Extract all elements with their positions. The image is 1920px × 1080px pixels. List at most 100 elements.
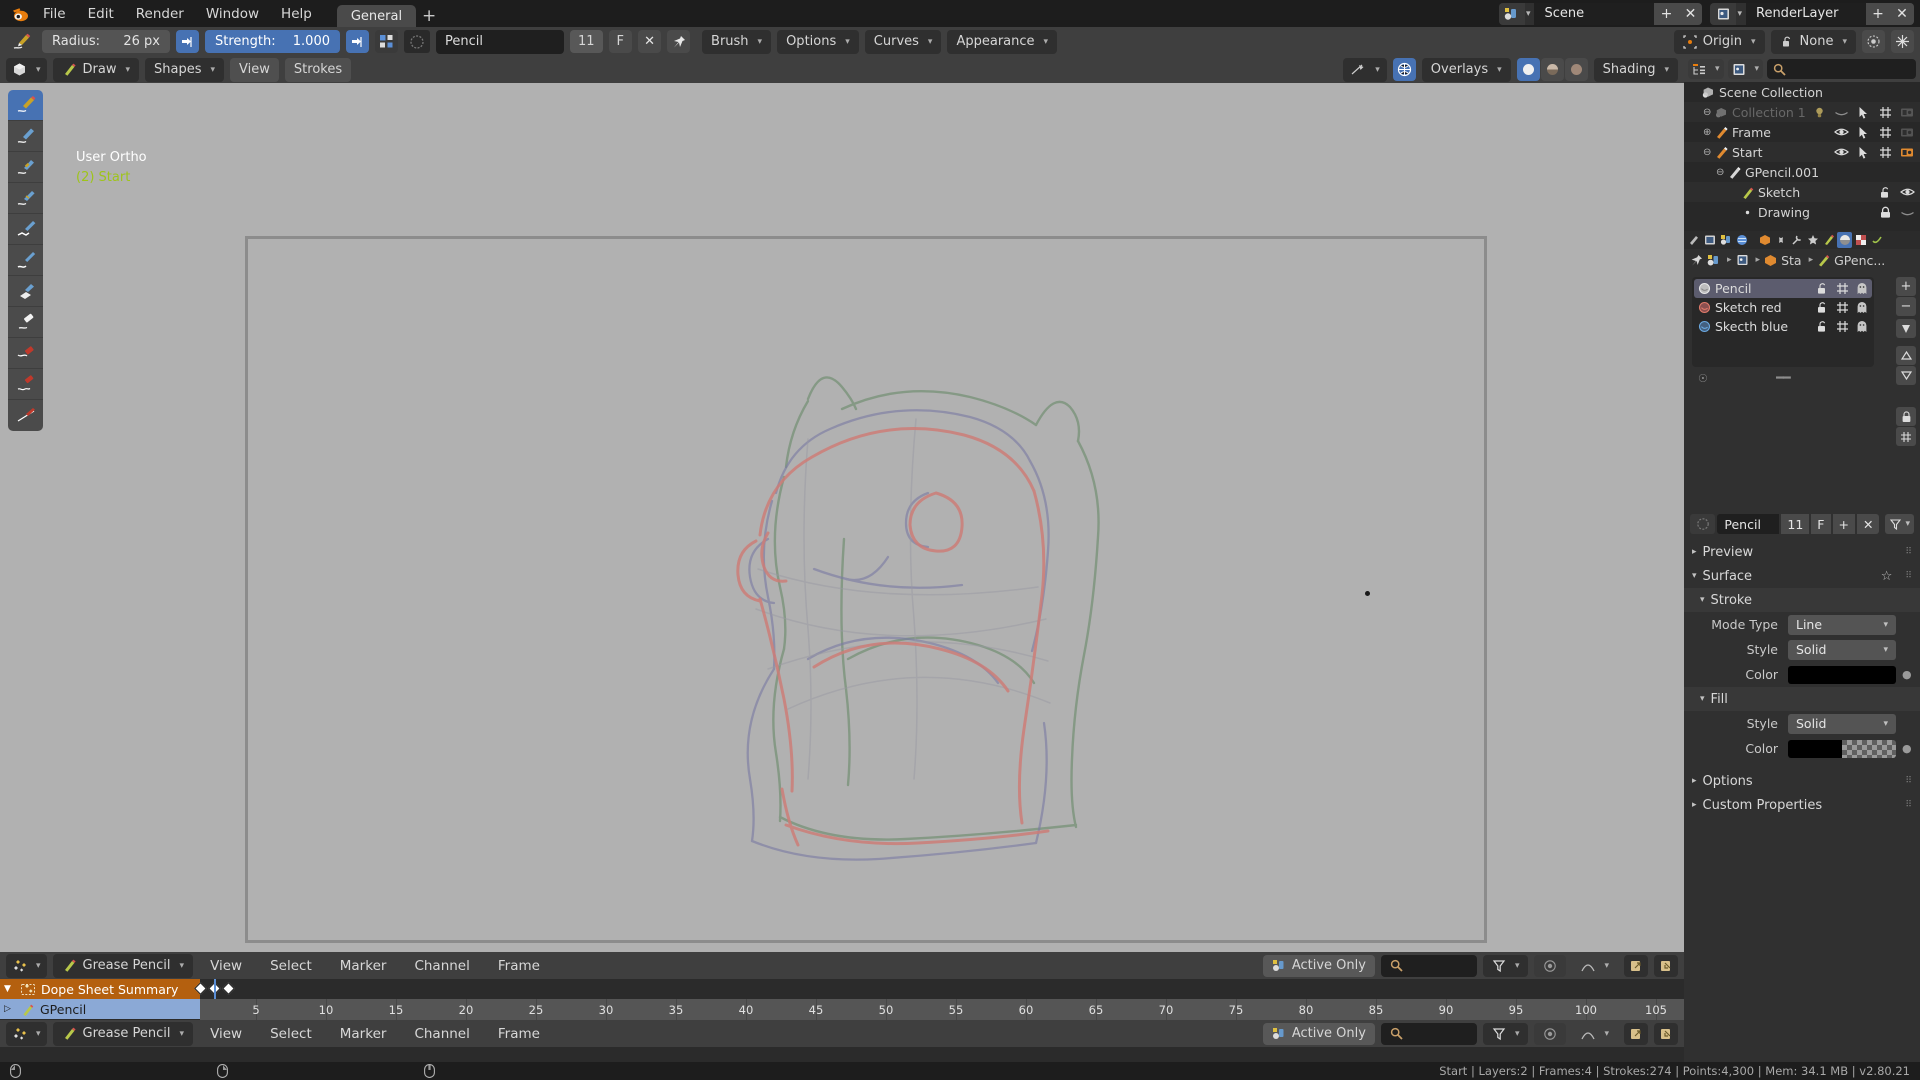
panel-surface[interactable]: ▾ Surface ☆ ⠿ [1684, 564, 1920, 588]
channel-expander[interactable]: ▷ [4, 1004, 16, 1014]
remove-layer-button[interactable]: − [1896, 297, 1916, 316]
dopesheet-editor[interactable]: ▾ Grease Pencil ▾ View Select Marker Chan… [0, 952, 1684, 1020]
properties-tab-tool[interactable] [1686, 232, 1701, 248]
dopesheet2-menu-frame[interactable]: Frame [487, 1021, 551, 1047]
properties-tab-material[interactable] [1837, 232, 1852, 248]
menu-help[interactable]: Help [270, 1, 323, 27]
eye-icon[interactable] [1830, 126, 1852, 138]
hide-off-icon[interactable] [1830, 106, 1852, 118]
dopesheet2-filter-popover[interactable]: ▾ [1482, 1022, 1529, 1045]
workspace-tab-general[interactable]: General [336, 5, 417, 27]
outliner-editor[interactable]: ▾ ▾ Scene Collection ⊖ Collection 1 ⊕ Frame ⊖… [1684, 56, 1920, 231]
tool-smooth[interactable] [8, 245, 43, 276]
keyframe-diamond[interactable] [222, 982, 235, 995]
outliner-expander[interactable]: ⊕ [1703, 127, 1715, 138]
dopesheet2-falloff-popover[interactable]: ▾ [1572, 1023, 1618, 1045]
viewlayer-icon[interactable] [1710, 2, 1737, 25]
dopesheet-body[interactable]: ▼Dope Sheet Summary▷GPencil 2 5101520253… [0, 979, 1684, 1020]
fill-style-dropdown[interactable]: Solid ▾ [1788, 713, 1896, 734]
dopesheet2-editor-type-selector[interactable]: ▾ [6, 1021, 47, 1046]
layer-row-skecth-blue[interactable]: Skecth blue [1694, 317, 1872, 336]
render-grid-icon[interactable] [1874, 126, 1896, 139]
custom-properties-expand-icon[interactable]: ▸ [1692, 800, 1697, 810]
star-icon[interactable]: ☆ [1881, 569, 1893, 584]
eye-icon[interactable] [1830, 146, 1852, 158]
viewlayer-chevron-down-icon[interactable]: ▾ [1737, 9, 1742, 19]
material-sphere-icon[interactable] [1690, 514, 1716, 534]
dopesheet2-search-input[interactable] [1380, 1022, 1477, 1045]
outliner-row-scene-collection[interactable]: Scene Collection [1684, 82, 1920, 102]
shading-rendered-icon[interactable] [1564, 58, 1588, 81]
fill-color-anim-dot[interactable]: ● [1902, 742, 1912, 755]
blender-logo-icon[interactable] [6, 4, 32, 24]
shading-mode-group[interactable] [1516, 58, 1588, 81]
breadcrumb-object-icon[interactable] [1764, 254, 1777, 267]
camera-off-icon[interactable] [1896, 106, 1918, 118]
dopesheet2-menu-select[interactable]: Select [259, 1021, 323, 1047]
brush-presets-icon[interactable] [375, 30, 398, 53]
paste-keyframes-button-2[interactable] [1654, 1022, 1678, 1045]
onion-ghost-icon[interactable] [1856, 301, 1868, 314]
shading-material-icon[interactable] [1540, 58, 1564, 81]
add-workspace-button[interactable]: + [416, 5, 442, 27]
outliner-row-drawing[interactable]: Drawing [1684, 202, 1920, 222]
onion-ghost-icon[interactable] [1856, 282, 1868, 295]
grease-pencil-canvas[interactable] [245, 236, 1487, 943]
stroke-color-swatch[interactable] [1788, 665, 1896, 684]
tool-eraser-soft[interactable] [8, 307, 43, 338]
menu-shapes[interactable]: Shapes ▾ [145, 57, 225, 82]
breadcrumb-gpencil-label[interactable]: GPenc... [1834, 253, 1885, 268]
select-icon[interactable] [1852, 106, 1874, 119]
grip-icon[interactable]: ━━ [1776, 371, 1791, 386]
dopesheet2-proportional-toggle[interactable] [1534, 1022, 1567, 1045]
dopesheet2-menu-view[interactable]: View [199, 1021, 253, 1047]
material-add-button[interactable]: + [1832, 514, 1855, 534]
dopesheet-ruler[interactable]: 5 10 15 20 25 30 35 40 45 50 55 60 65 70 75 80 85 90 95 100… [200, 999, 1684, 1020]
tool-cutter[interactable] [8, 400, 43, 431]
outliner-display-mode-selector[interactable]: ▾ [1688, 59, 1724, 79]
tool-eraser-hard[interactable] [8, 338, 43, 369]
panel-fill[interactable]: ▾ Fill [1684, 687, 1920, 711]
shading-popover[interactable]: Shading ▾ [1593, 57, 1678, 82]
material-specials-icon[interactable]: ▾ [1885, 514, 1914, 534]
surface-expand-icon[interactable]: ▾ [1692, 571, 1697, 581]
material-unlink-button[interactable]: ✕ [1856, 514, 1880, 534]
outliner-search-input[interactable] [1767, 59, 1916, 79]
fill-expand-icon[interactable]: ▾ [1700, 694, 1705, 704]
scene-selector[interactable]: ▾ Scene + ✕ [1498, 2, 1703, 25]
menu-brush[interactable]: Brush ▾ [702, 29, 772, 54]
tool-fill[interactable] [8, 276, 43, 307]
tool-fill-line[interactable] [8, 121, 43, 152]
menu-view[interactable]: View [230, 57, 279, 82]
eye-icon[interactable] [1896, 186, 1918, 198]
strength-pressure-icon[interactable] [346, 30, 369, 53]
brush-unlink-button[interactable]: ✕ [638, 30, 662, 53]
outliner-row-gpencil-001[interactable]: ⊖ GPencil.001 [1684, 162, 1920, 182]
unlock-icon[interactable] [1816, 282, 1829, 295]
dopesheet-channel-summary[interactable]: ▼ Dope Sheet Summary [0, 979, 200, 999]
material-name-field[interactable]: Pencil [1717, 514, 1780, 534]
properties-tab-texture[interactable] [1853, 232, 1868, 248]
dopesheet-filter-popover[interactable]: ▾ [1482, 954, 1529, 977]
active-only-toggle[interactable]: Active Only [1262, 954, 1375, 977]
outliner-expander[interactable]: ⊖ [1703, 107, 1715, 118]
properties-tab-world[interactable] [1734, 232, 1749, 248]
panel-custom-properties[interactable]: ▸ Custom Properties ⠿ [1684, 793, 1920, 817]
dopesheet-editor-type-selector[interactable]: ▾ [6, 953, 47, 978]
remove-viewlayer-button[interactable]: ✕ [1890, 2, 1914, 25]
snap-selector[interactable]: None ▾ [1770, 29, 1856, 54]
menu-curves[interactable]: Curves ▾ [864, 29, 942, 54]
paste-keyframes-button[interactable] [1654, 954, 1678, 977]
brush-name-field[interactable]: Pencil [436, 29, 564, 54]
dopesheet-menu-select[interactable]: Select [259, 953, 323, 979]
unlock-icon[interactable] [1816, 320, 1829, 333]
tool-randomize[interactable] [8, 214, 43, 245]
outliner-expander[interactable]: ⊖ [1703, 147, 1715, 158]
active-only-toggle-2[interactable]: Active Only [1262, 1022, 1375, 1045]
select-icon[interactable] [1852, 146, 1874, 159]
mask-grid-icon[interactable] [1836, 320, 1849, 333]
viewlayer-selector[interactable]: ▾ RenderLayer + ✕ [1710, 2, 1914, 25]
pin-icon[interactable] [667, 30, 691, 53]
dopesheet2-menu-channel[interactable]: Channel [403, 1021, 480, 1047]
editor-type-selector[interactable]: ▾ [6, 57, 47, 82]
